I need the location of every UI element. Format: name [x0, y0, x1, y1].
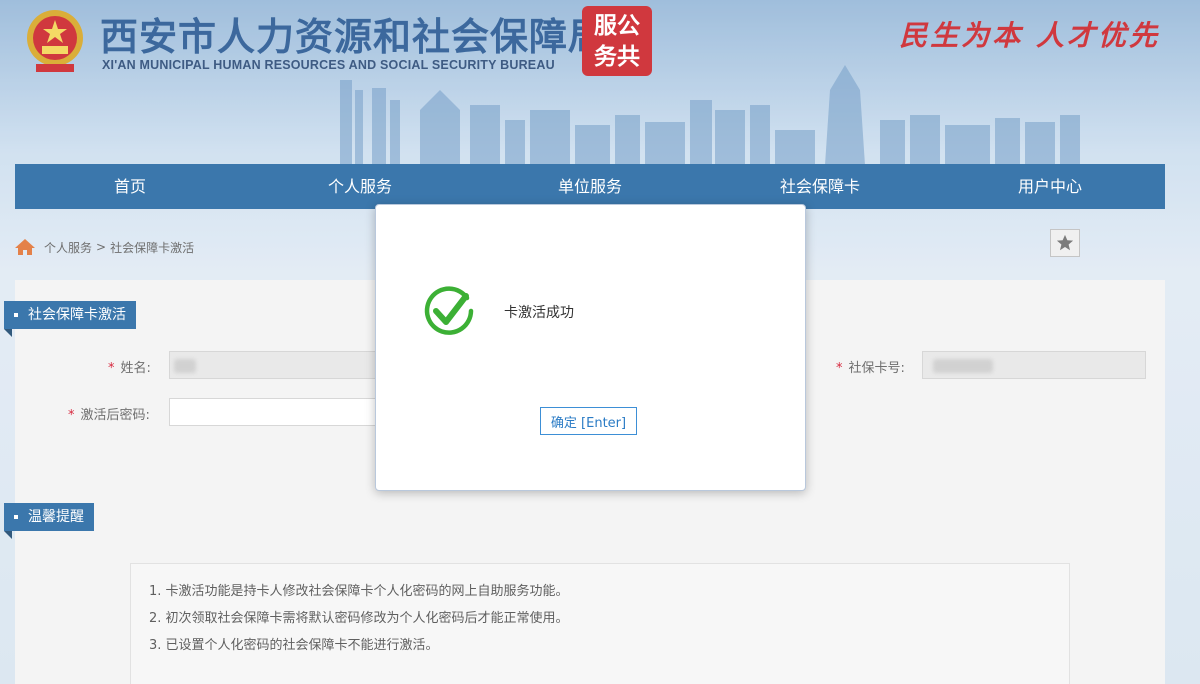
- dialog-message: 卡激活成功: [504, 305, 574, 321]
- success-check-icon: [424, 286, 474, 335]
- confirm-button[interactable]: 确定 [Enter]: [540, 407, 637, 435]
- success-dialog: 卡激活成功 确定 [Enter]: [375, 204, 806, 491]
